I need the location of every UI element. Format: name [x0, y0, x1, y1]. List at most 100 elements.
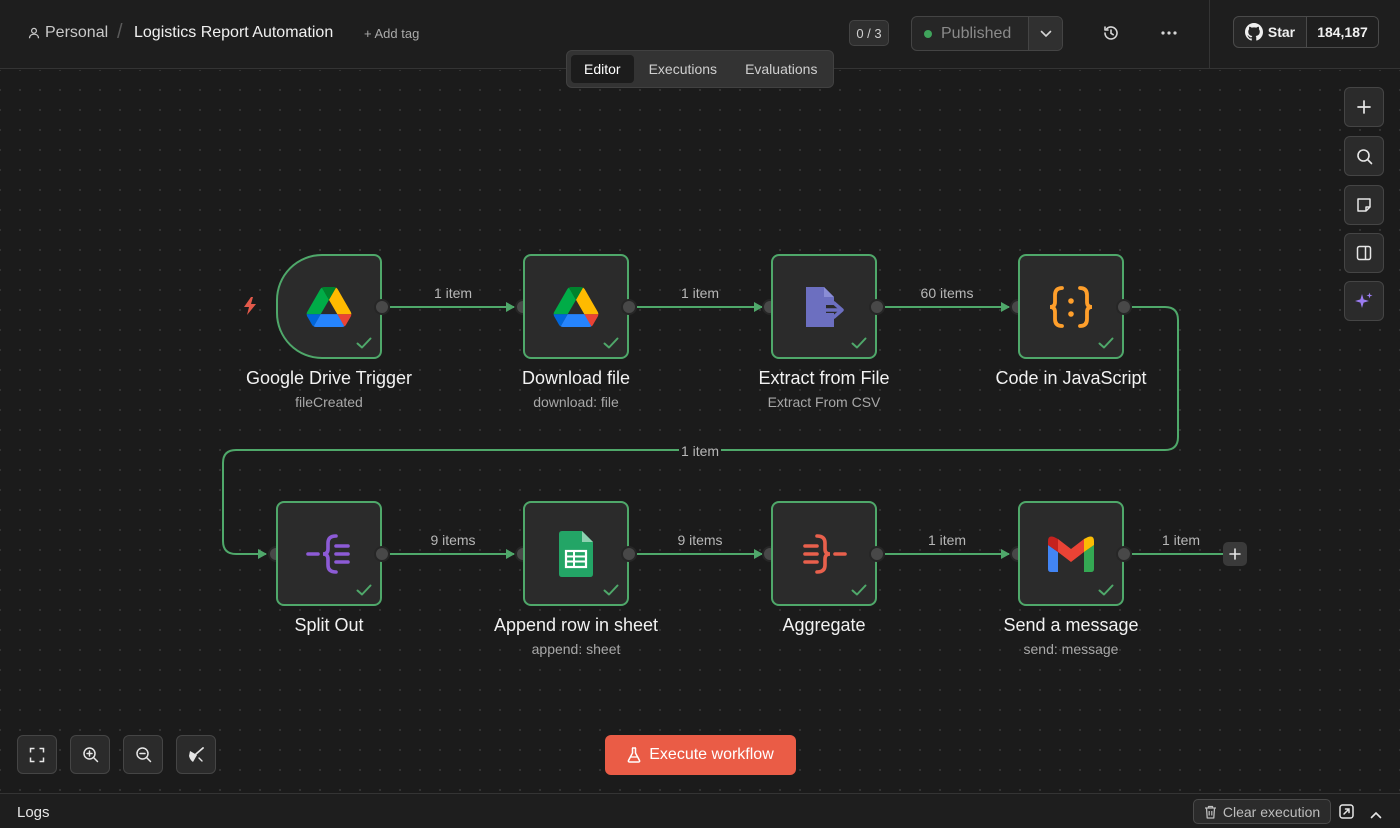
- add-tag-button[interactable]: + Add tag: [364, 26, 419, 41]
- github-star-widget[interactable]: Star 184,187: [1233, 16, 1379, 48]
- publish-button[interactable]: Published: [912, 17, 1028, 50]
- user-icon: [28, 27, 40, 39]
- clear-execution-label: Clear execution: [1222, 803, 1321, 820]
- zoom-in-icon: [82, 747, 98, 763]
- extract-file-icon: [806, 286, 844, 327]
- chevron-up-icon: [1370, 811, 1382, 819]
- connection-label: 1 item: [927, 532, 967, 548]
- node-google-drive-trigger[interactable]: [276, 254, 382, 359]
- success-check-icon: [356, 337, 372, 349]
- zoom-in-button[interactable]: [70, 735, 110, 774]
- output-handle[interactable]: [1116, 546, 1132, 562]
- panel-icon: [1356, 245, 1372, 261]
- chevron-down-icon: [1040, 30, 1051, 37]
- open-logs-button[interactable]: [1339, 804, 1354, 824]
- ellipsis-icon: [1161, 31, 1177, 35]
- workflow-canvas[interactable]: [0, 70, 1400, 792]
- history-icon: [1104, 26, 1118, 40]
- sticky-note-button[interactable]: [1344, 185, 1384, 225]
- node-code-javascript[interactable]: [1018, 254, 1124, 359]
- history-button[interactable]: [1100, 22, 1122, 44]
- node-append-row-sheet[interactable]: [523, 501, 629, 606]
- node-send-message[interactable]: [1018, 501, 1124, 606]
- github-icon: [1244, 23, 1263, 41]
- connection-label: 9 items: [677, 532, 723, 548]
- output-handle[interactable]: [374, 299, 390, 315]
- breadcrumb-project[interactable]: Personal: [28, 24, 108, 42]
- zoom-out-icon: [135, 747, 151, 763]
- github-star-label: Star: [1267, 24, 1296, 40]
- sticky-note-icon: [1357, 198, 1371, 212]
- node-subtitle: fileCreated: [295, 394, 363, 410]
- trash-icon: [1204, 805, 1216, 819]
- sparkles-icon: [1355, 292, 1373, 308]
- aggregate-icon: [803, 533, 847, 574]
- code-braces-icon: [1049, 285, 1093, 328]
- node-title: Download file: [521, 368, 631, 388]
- search-nodes-button[interactable]: [1344, 136, 1384, 176]
- output-handle[interactable]: [374, 546, 390, 562]
- node-subtitle: send: message: [1023, 641, 1119, 657]
- gmail-icon: [1048, 536, 1094, 572]
- node-title: Aggregate: [782, 615, 866, 635]
- google-drive-icon: [306, 286, 352, 327]
- google-sheets-icon: [559, 530, 593, 577]
- tidy-up-button[interactable]: [176, 735, 216, 774]
- publish-control: Published: [911, 16, 1063, 51]
- node-split-out[interactable]: [276, 501, 382, 606]
- node-title: Split Out: [294, 615, 364, 635]
- success-check-icon: [851, 584, 867, 596]
- toggle-panel-button[interactable]: [1344, 233, 1384, 273]
- success-check-icon: [356, 584, 372, 596]
- tab-executions[interactable]: Executions: [636, 55, 730, 83]
- tab-editor[interactable]: Editor: [571, 55, 634, 83]
- logs-title[interactable]: Logs: [17, 804, 50, 821]
- node-subtitle: download: file: [533, 394, 619, 410]
- add-node-button[interactable]: [1223, 542, 1247, 566]
- output-handle[interactable]: [869, 546, 885, 562]
- node-download-file[interactable]: [523, 254, 629, 359]
- version-counter[interactable]: 0 / 3: [849, 20, 889, 46]
- split-out-icon: [306, 533, 350, 574]
- flask-icon: [627, 747, 641, 763]
- node-title: Code in JavaScript: [995, 368, 1147, 388]
- success-check-icon: [851, 337, 867, 349]
- node-title: Send a message: [1003, 615, 1139, 635]
- google-drive-icon: [553, 286, 599, 327]
- ai-assistant-button[interactable]: [1344, 281, 1384, 321]
- fit-view-icon: [29, 747, 45, 762]
- output-handle[interactable]: [869, 299, 885, 315]
- node-title: Append row in sheet: [493, 615, 659, 635]
- success-check-icon: [603, 584, 619, 596]
- fit-view-button[interactable]: [17, 735, 57, 774]
- output-handle[interactable]: [621, 299, 637, 315]
- output-handle[interactable]: [621, 546, 637, 562]
- node-title: Google Drive Trigger: [245, 368, 413, 388]
- node-aggregate[interactable]: [771, 501, 877, 606]
- connection-label-text: 1 item: [678, 443, 722, 459]
- github-star-button[interactable]: Star: [1234, 17, 1306, 47]
- node-title: Extract from File: [758, 368, 890, 388]
- connection-label: 1 item: [1161, 532, 1201, 548]
- breadcrumb-separator: /: [117, 21, 123, 43]
- node-subtitle: Extract From CSV: [767, 394, 881, 410]
- output-handle[interactable]: [1116, 299, 1132, 315]
- tab-evaluations[interactable]: Evaluations: [732, 55, 830, 83]
- clear-execution-button[interactable]: Clear execution: [1193, 799, 1331, 824]
- execute-workflow-button[interactable]: Execute workflow: [605, 735, 796, 775]
- zoom-out-button[interactable]: [123, 735, 163, 774]
- success-check-icon: [1098, 337, 1114, 349]
- node-extract-from-file[interactable]: [771, 254, 877, 359]
- github-star-count: 184,187: [1306, 17, 1378, 47]
- connection-label: 1 item: [680, 285, 720, 301]
- publish-status: Published: [941, 24, 1012, 42]
- workflow-title[interactable]: Logistics Report Automation: [134, 24, 333, 42]
- popout-icon: [1339, 804, 1354, 819]
- expand-logs-button[interactable]: [1370, 806, 1382, 824]
- project-name: Personal: [45, 24, 109, 41]
- logs-panel: Logs Clear execution: [0, 793, 1400, 828]
- plus-icon: [1229, 548, 1241, 560]
- add-node-panel-button[interactable]: [1344, 87, 1384, 127]
- publish-dropdown-button[interactable]: [1028, 17, 1062, 50]
- more-options-button[interactable]: [1158, 22, 1180, 44]
